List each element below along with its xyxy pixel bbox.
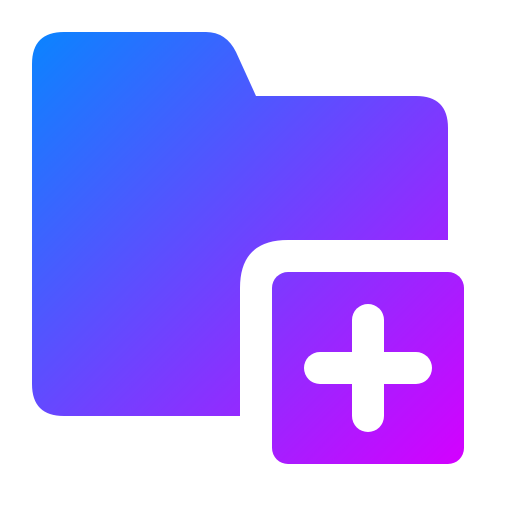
folder-add-icon (32, 32, 464, 464)
icon-canvas (0, 0, 512, 512)
